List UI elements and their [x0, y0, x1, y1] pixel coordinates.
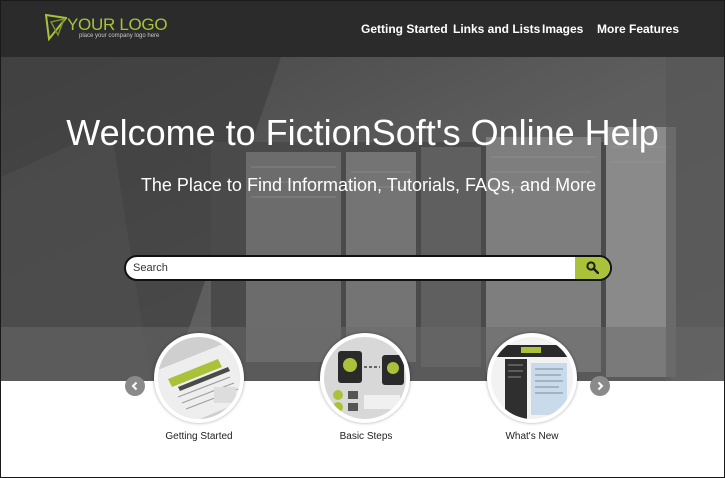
nav-getting-started[interactable]: Getting Started [361, 22, 448, 36]
page-title: Welcome to FictionSoft's Online Help [66, 112, 659, 153]
carousel-item-getting-started[interactable] [154, 333, 244, 423]
basic-steps-thumbnail [324, 337, 406, 419]
nav-links-and-lists[interactable]: Links and Lists [453, 22, 540, 36]
nav-more-features[interactable]: More Features [597, 22, 679, 36]
getting-started-thumbnail [158, 337, 240, 419]
page-subtitle: The Place to Find Information, Tutorials… [140, 175, 597, 195]
carousel-label-getting-started[interactable]: Getting Started [129, 431, 269, 442]
carousel-item-whats-new[interactable] [487, 333, 577, 423]
chevron-left-icon [131, 381, 138, 391]
chevron-right-icon [597, 381, 604, 391]
search-button[interactable] [575, 257, 610, 279]
nav-images[interactable]: Images [542, 22, 583, 36]
top-bar: YOUR LOGO place your company logo here G… [1, 1, 724, 57]
magnifier-icon [586, 261, 599, 274]
main-nav: Getting Started Links and Lists Images M… [1, 22, 724, 38]
search-bar [124, 255, 612, 281]
carousel-label-whats-new[interactable]: What's New [462, 431, 602, 442]
carousel-item-basic-steps[interactable] [320, 333, 410, 423]
page: YOUR LOGO place your company logo here G… [0, 0, 725, 478]
carousel-prev-button[interactable] [125, 376, 145, 396]
carousel-next-button[interactable] [590, 376, 610, 396]
search-input[interactable] [126, 257, 578, 279]
whats-new-thumbnail [491, 337, 573, 419]
carousel-label-basic-steps[interactable]: Basic Steps [296, 431, 436, 442]
